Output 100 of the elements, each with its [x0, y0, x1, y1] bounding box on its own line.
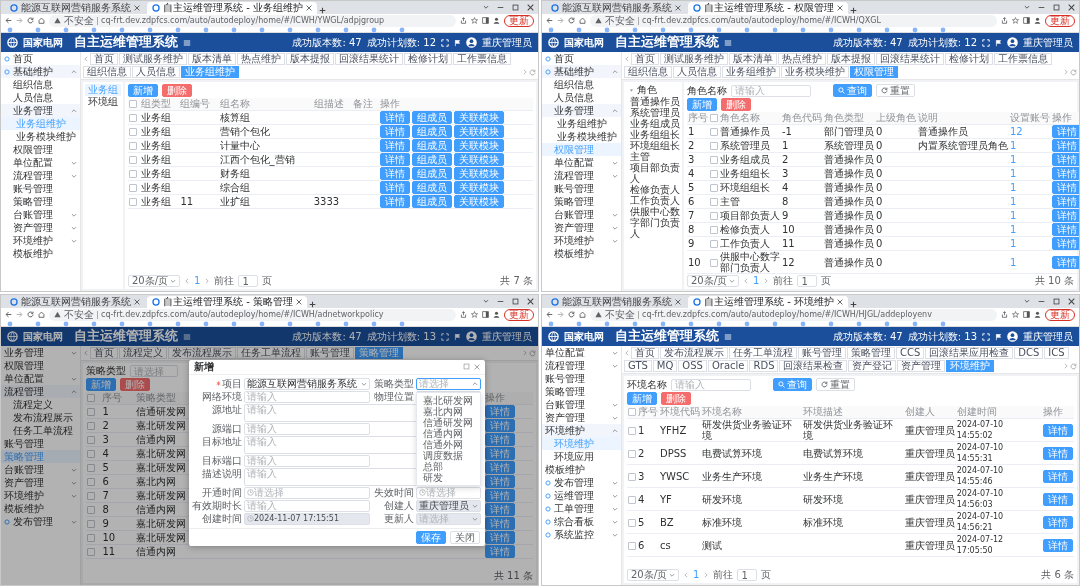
chevron-right-icon[interactable]: [204, 277, 211, 285]
bookmark-icon[interactable]: [371, 320, 377, 327]
checkbox[interactable]: [710, 142, 718, 150]
sidebar-item[interactable]: 环境维护: [1, 489, 80, 502]
bookmark-icon[interactable]: [35, 320, 41, 327]
forward-arrow-icon[interactable]: [16, 311, 23, 318]
home-icon[interactable]: [579, 17, 586, 24]
chevron-right-icon[interactable]: [1063, 362, 1069, 370]
chevron-left-icon[interactable]: [83, 55, 89, 63]
sidebar-item[interactable]: 单位配置: [542, 156, 621, 169]
close-icon[interactable]: [527, 298, 534, 305]
sidebar-item[interactable]: 策略管理: [542, 195, 621, 208]
checkbox[interactable]: [628, 541, 636, 550]
sidebar-item[interactable]: 组织信息: [542, 78, 621, 91]
bookmark-icon[interactable]: [912, 26, 918, 33]
close-icon[interactable]: [527, 4, 534, 11]
tree-node[interactable]: 供服中心数字部门负责人: [626, 206, 680, 239]
checkbox[interactable]: [129, 156, 137, 164]
page-tab[interactable]: 测试服务维护: [119, 53, 187, 65]
plus-icon[interactable]: [318, 7, 326, 14]
page-tab[interactable]: 检修计划: [404, 53, 452, 65]
bookmark-icon[interactable]: [203, 26, 209, 33]
tree-node[interactable]: 环境组组长: [626, 140, 680, 151]
tree-node[interactable]: 角色: [626, 84, 680, 96]
bookmark-icon[interactable]: [632, 320, 638, 327]
refresh-icon[interactable]: [529, 349, 536, 357]
bookmark-icon[interactable]: [576, 320, 582, 327]
close-icon[interactable]: [1068, 4, 1075, 11]
checkbox[interactable]: [129, 114, 137, 122]
checkbox[interactable]: [628, 408, 636, 416]
menu-icon[interactable]: [724, 332, 732, 341]
share-icon[interactable]: [1001, 17, 1008, 24]
sidebar-item[interactable]: 资产管理: [542, 221, 621, 234]
bookmark-icon[interactable]: [63, 26, 69, 33]
page-tab[interactable]: DCS: [1014, 347, 1044, 359]
sidebar-item[interactable]: 权限管理: [1, 359, 80, 372]
page-tab[interactable]: 热点维护: [778, 53, 826, 65]
checkbox[interactable]: [87, 548, 95, 556]
page-tab[interactable]: 版本清单: [729, 53, 777, 65]
bookmark-icon[interactable]: [231, 26, 237, 33]
page-tab[interactable]: 人员信息: [132, 66, 180, 78]
bookmark-icon[interactable]: [604, 320, 610, 327]
sidebar-item[interactable]: 人员信息: [1, 91, 80, 104]
page-tab[interactable]: ICS: [1044, 347, 1069, 359]
sidebar-item[interactable]: 首页: [1, 52, 80, 65]
maximize-icon[interactable]: [463, 363, 470, 371]
checkbox[interactable]: [87, 436, 95, 444]
page-tab[interactable]: 热点维护: [237, 53, 285, 65]
checkbox[interactable]: [710, 240, 718, 248]
fullscreen-icon[interactable]: [441, 38, 449, 47]
chevron-right-icon[interactable]: [522, 349, 528, 357]
refresh-icon[interactable]: [1070, 68, 1077, 76]
sidebar-item[interactable]: 模板维护: [1, 247, 80, 260]
page-tab[interactable]: 首页: [631, 53, 659, 65]
close-icon[interactable]: [295, 299, 302, 305]
page-tab[interactable]: 流程定义: [119, 347, 167, 359]
reload-icon[interactable]: [568, 311, 575, 318]
sidebar-item[interactable]: 账号管理: [1, 437, 80, 450]
sidebar-item[interactable]: 发布管理: [542, 476, 621, 489]
tree-node[interactable]: 系统管理员: [626, 107, 680, 118]
page-tab[interactable]: 组织信息: [624, 66, 672, 78]
page-tab[interactable]: CCS: [896, 347, 925, 359]
refresh-icon[interactable]: [529, 68, 536, 76]
page-tab[interactable]: 首页: [90, 53, 118, 65]
maximize-icon[interactable]: [512, 4, 519, 11]
page-size-select[interactable]: 20条/页: [687, 275, 739, 287]
sidebar-item[interactable]: 业务模块维护: [1, 130, 80, 143]
sidebar-item[interactable]: 模板维护: [542, 463, 621, 476]
refresh-icon[interactable]: [1070, 362, 1077, 370]
bookmark-icon[interactable]: [343, 26, 349, 33]
page-size-select[interactable]: 20条/页: [627, 569, 679, 581]
bookmark-icon[interactable]: [744, 320, 750, 327]
close-icon[interactable]: [134, 299, 140, 305]
checkbox[interactable]: [710, 198, 718, 206]
page-size-select[interactable]: 20条/页: [128, 275, 180, 287]
bookmark-icon[interactable]: [119, 320, 125, 327]
page-tab[interactable]: 组织信息: [83, 66, 131, 78]
reset-button[interactable]: 重置: [876, 84, 915, 97]
bookmark-icon[interactable]: [688, 26, 694, 33]
sidebar-item[interactable]: 模板维护: [1, 502, 80, 515]
reset-button[interactable]: 重置: [816, 378, 855, 391]
sidebar-item[interactable]: 综合看板: [542, 515, 621, 528]
sidebar-item[interactable]: 业务管理: [1, 346, 80, 359]
share-icon[interactable]: [460, 311, 467, 318]
bookmark-icon[interactable]: [35, 26, 41, 33]
page-tab[interactable]: OSS: [678, 360, 707, 372]
sidebar-item[interactable]: 账号管理: [542, 372, 621, 385]
checkbox[interactable]: [87, 520, 95, 528]
bookmark-icon[interactable]: [772, 320, 778, 327]
bookmark-icon[interactable]: [940, 320, 946, 327]
home-icon[interactable]: [38, 311, 45, 318]
page-tab[interactable]: 回滚结果检查: [779, 360, 848, 372]
sidebar-item[interactable]: 流程管理: [1, 385, 80, 398]
bookmark-icon[interactable]: [259, 26, 265, 33]
page-tab[interactable]: 首页: [631, 347, 659, 359]
bookmark-icon[interactable]: [287, 320, 293, 327]
bookmark-icon[interactable]: [716, 26, 722, 33]
sidebar-item[interactable]: 资产管理: [542, 411, 621, 424]
star-icon[interactable]: [471, 311, 478, 318]
sidebar-item[interactable]: 资产管理: [1, 476, 80, 489]
